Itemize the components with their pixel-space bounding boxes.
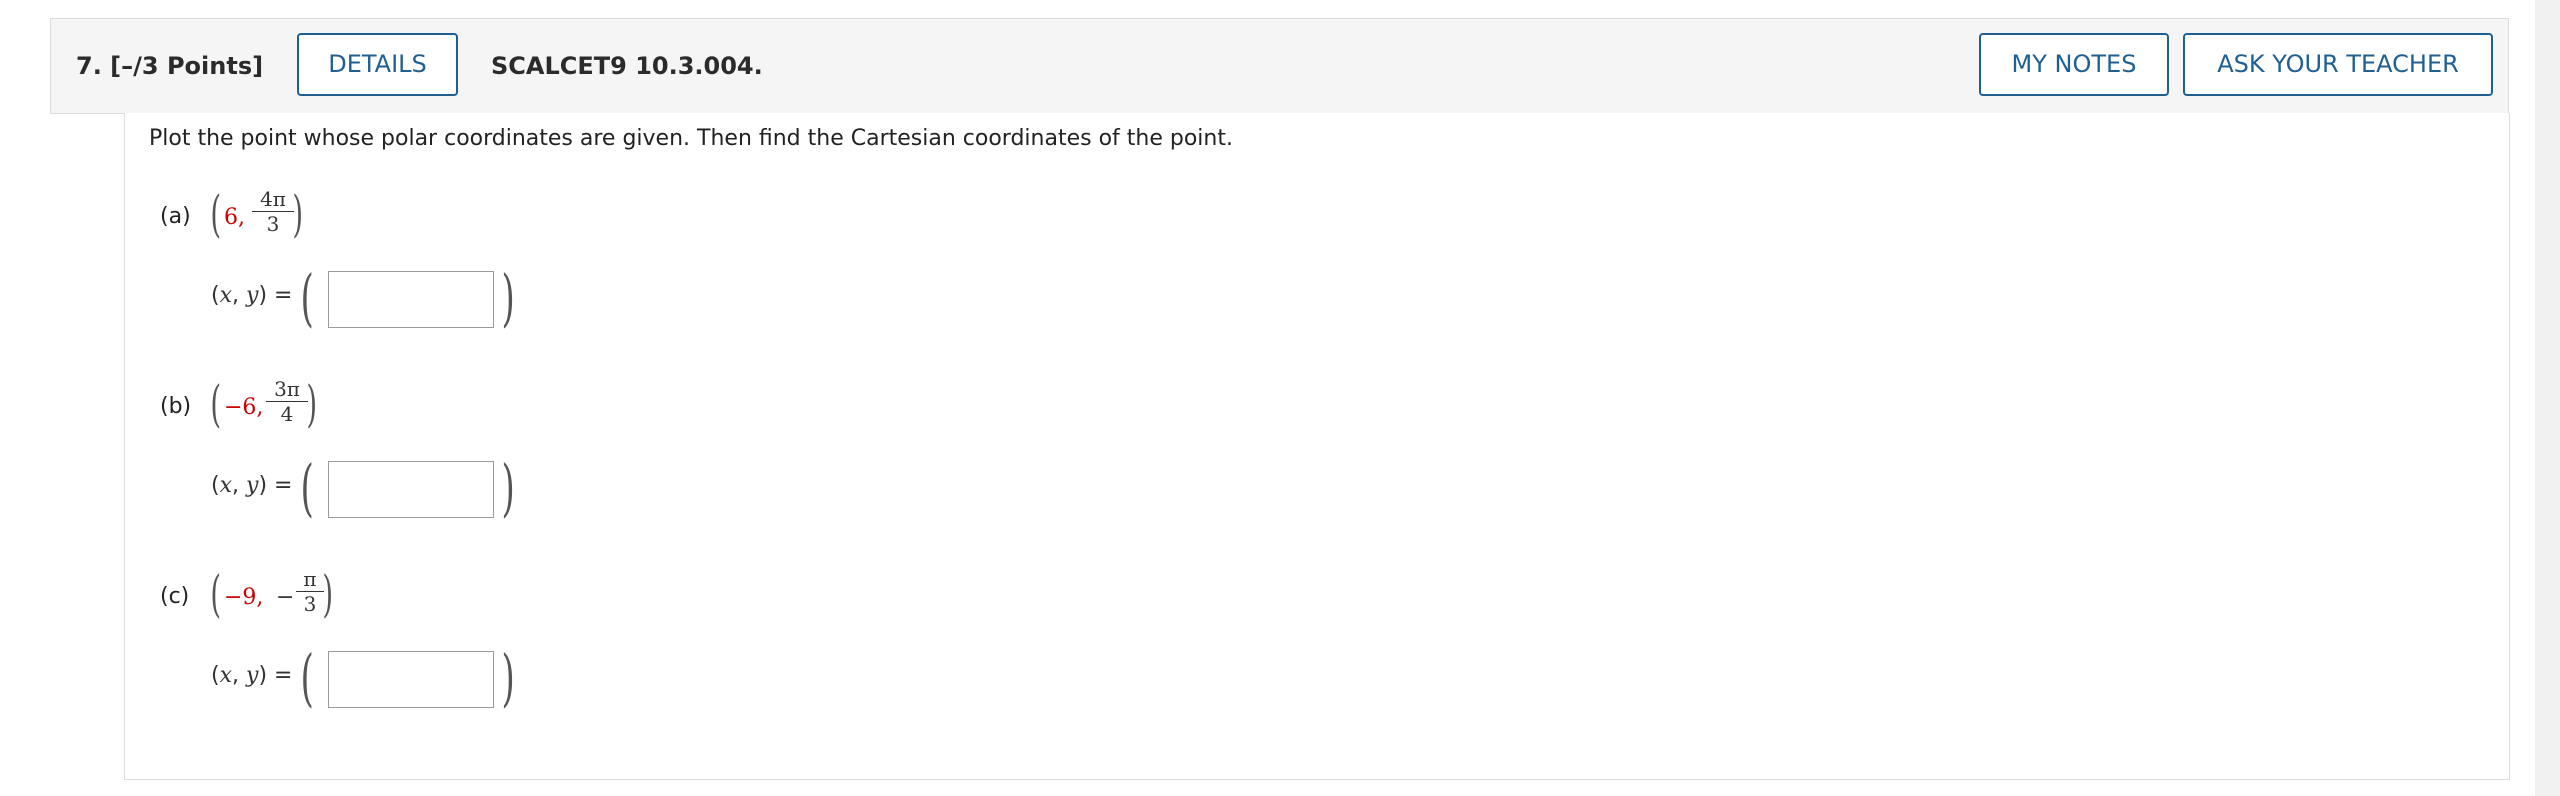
answer-left-paren: ( [300, 261, 314, 334]
theta-numerator: 3π [274, 377, 300, 401]
question-body: Plot the point whose polar coordinates a… [124, 113, 2510, 780]
part-label: (a) [160, 204, 191, 229]
polar-theta-fraction: π 3 [296, 567, 324, 616]
answer-right-paren: ) [501, 451, 515, 524]
polar-theta-fraction: 4π 3 [252, 187, 294, 236]
answer-input-b[interactable] [328, 461, 494, 518]
scrollbar-track[interactable] [2535, 0, 2560, 796]
answer-left-paren: ( [300, 641, 314, 714]
part-label: (c) [160, 584, 190, 609]
details-button[interactable]: DETAILS [297, 33, 458, 96]
answer-input-a[interactable] [328, 271, 494, 328]
polar-theta-fraction: 3π 4 [266, 377, 308, 426]
theta-denominator: 3 [252, 211, 294, 236]
problem-code: SCALCET9 10.3.004. [491, 52, 763, 80]
theta-numerator: π [303, 567, 317, 591]
part-a: (a) ( 6, 4π 3 ) (x, y) = ( ) [125, 173, 1125, 363]
answer-right-paren: ) [501, 261, 515, 334]
right-paren: ) [292, 185, 304, 243]
part-label: (b) [160, 394, 192, 419]
theta-numerator: 4π [260, 187, 286, 211]
ask-your-teacher-button[interactable]: ASK YOUR TEACHER [2183, 33, 2493, 96]
theta-denominator: 3 [296, 591, 324, 616]
polar-r-value: −9, [224, 585, 264, 610]
question-title: 7. [–/3 Points] [76, 52, 264, 80]
answer-right-paren: ) [501, 641, 515, 714]
my-notes-button[interactable]: MY NOTES [1979, 33, 2169, 96]
answer-label: (x, y) = [211, 473, 293, 498]
polar-r-value: 6, [224, 205, 245, 230]
theta-sign: − [276, 585, 295, 610]
part-c: (c) ( −9, − π 3 ) (x, y) = ( ) [125, 553, 1125, 743]
answer-label: (x, y) = [211, 663, 293, 688]
left-paren: ( [210, 565, 222, 623]
answer-input-c[interactable] [328, 651, 494, 708]
answer-label: (x, y) = [211, 283, 293, 308]
question-header: 7. [–/3 Points] DETAILS SCALCET9 10.3.00… [50, 18, 2509, 114]
answer-left-paren: ( [300, 451, 314, 524]
part-b: (b) ( −6, 3π 4 ) (x, y) = ( ) [125, 363, 1125, 553]
right-paren: ) [322, 565, 334, 623]
left-paren: ( [210, 375, 222, 433]
right-paren: ) [306, 375, 318, 433]
left-paren: ( [210, 185, 222, 243]
question-instructions: Plot the point whose polar coordinates a… [149, 126, 1233, 151]
polar-r-value: −6, [224, 395, 264, 420]
theta-denominator: 4 [266, 401, 308, 426]
